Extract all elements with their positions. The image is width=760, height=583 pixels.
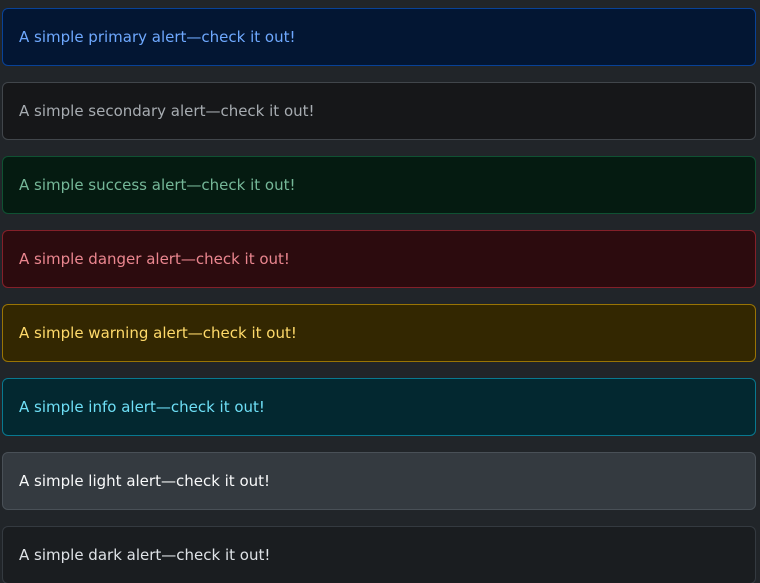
alert-danger: A simple danger alert—check it out!: [2, 230, 756, 288]
alert-list: A simple primary alert—check it out! A s…: [2, 8, 756, 583]
alert-light: A simple light alert—check it out!: [2, 452, 756, 510]
alert-dark-text: A simple dark alert—check it out!: [19, 545, 271, 564]
alert-light-text: A simple light alert—check it out!: [19, 471, 271, 490]
alert-secondary-text: A simple secondary alert—check it out!: [19, 101, 315, 120]
alert-info: A simple info alert—check it out!: [2, 378, 756, 436]
alert-primary: A simple primary alert—check it out!: [2, 8, 756, 66]
alert-danger-text: A simple danger alert—check it out!: [19, 249, 290, 268]
alert-secondary: A simple secondary alert—check it out!: [2, 82, 756, 140]
alert-success: A simple success alert—check it out!: [2, 156, 756, 214]
alert-dark: A simple dark alert—check it out!: [2, 526, 756, 583]
alert-warning-text: A simple warning alert—check it out!: [19, 323, 297, 342]
alert-info-text: A simple info alert—check it out!: [19, 397, 265, 416]
alert-primary-text: A simple primary alert—check it out!: [19, 27, 296, 46]
alert-success-text: A simple success alert—check it out!: [19, 175, 296, 194]
alert-warning: A simple warning alert—check it out!: [2, 304, 756, 362]
